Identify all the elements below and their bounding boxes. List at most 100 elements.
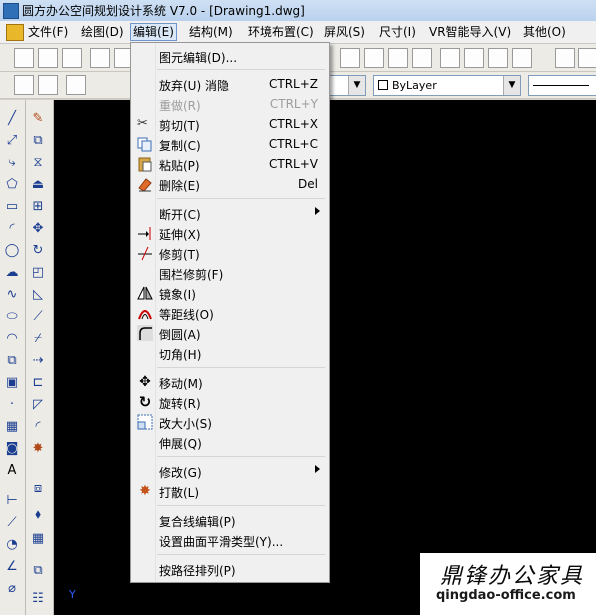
menu-item-surface-smooth[interactable]: 设置曲面平滑类型(Y)... <box>133 530 326 550</box>
point-icon[interactable]: · <box>3 396 21 414</box>
frame2-icon[interactable] <box>578 48 596 68</box>
mirror-icon[interactable]: ⧖ <box>29 154 47 172</box>
menu-item-paste[interactable]: 粘贴(P) CTRL+V <box>133 154 326 174</box>
table-grid-icon[interactable]: ▦ <box>29 530 47 548</box>
dim-angle-icon[interactable]: ∠ <box>3 558 21 576</box>
menu-item-entity-edit[interactable]: 图元编辑(D)... <box>133 46 326 66</box>
stretch-icon[interactable]: ◺ <box>29 286 47 304</box>
block-edit-icon[interactable]: ⧈ <box>29 480 47 498</box>
circle-icon[interactable]: ◯ <box>3 242 21 260</box>
menu-item-move[interactable]: ✥ 移动(M) <box>133 372 326 392</box>
copy-object-icon[interactable]: ⧉ <box>29 132 47 150</box>
polygon-icon[interactable]: ⬠ <box>3 176 21 194</box>
menu-item-path-array[interactable]: 按路径排列(P) <box>133 559 326 579</box>
menu-item-offset[interactable]: 等距线(O) <box>133 303 326 323</box>
view-icon[interactable]: ⧉ <box>29 562 47 580</box>
menu-item-trim[interactable]: 修剪(T) <box>133 243 326 263</box>
hatch-icon[interactable]: ▦ <box>3 418 21 436</box>
linetype-combo[interactable]: ByLayer ▼ <box>373 75 521 96</box>
region-icon[interactable]: ◙ <box>3 440 21 458</box>
menu-item-explode[interactable]: ✸ 打散(L) <box>133 481 326 501</box>
menu-item-copy[interactable]: 复制(C) CTRL+C <box>133 134 326 154</box>
menu-item-polyline-edit[interactable]: 复合线编辑(P) <box>133 510 326 530</box>
document-icon[interactable] <box>6 24 24 41</box>
menu-item-chamfer[interactable]: 切角(H) <box>133 343 326 363</box>
lineweight-combo[interactable] <box>528 75 596 96</box>
menu-item-fillet[interactable]: 倒圆(A) <box>133 323 326 343</box>
frame-icon[interactable] <box>555 48 575 68</box>
cloud-icon[interactable]: ☁ <box>3 264 21 282</box>
open-icon[interactable] <box>38 48 58 68</box>
copy-icon <box>137 136 153 152</box>
zoom-in-icon[interactable] <box>364 48 384 68</box>
trim-icon <box>137 245 153 261</box>
menu-environment[interactable]: 环境布置(C) <box>248 24 314 40</box>
scissors-icon: ✂ <box>137 116 148 131</box>
insert-block-icon[interactable]: ⧉ <box>3 352 21 370</box>
ellipse-arc-icon[interactable]: ◠ <box>3 330 21 348</box>
scale-icon[interactable]: ◰ <box>29 264 47 282</box>
pencil-icon[interactable] <box>340 48 360 68</box>
menu-file[interactable]: 文件(F) <box>28 24 68 40</box>
new-icon[interactable] <box>14 48 34 68</box>
lengthen-icon[interactable]: ⟋ <box>29 308 47 326</box>
zoom-out-icon[interactable] <box>412 48 432 68</box>
make-block-icon[interactable]: ▣ <box>3 374 21 392</box>
menu-item-stretch[interactable]: 伸展(Q) <box>133 432 326 452</box>
layer-state-icon[interactable] <box>38 75 58 95</box>
menu-edit[interactable]: 编辑(E) <box>130 23 177 41</box>
layout-icon[interactable] <box>512 48 532 68</box>
menu-item-delete[interactable]: 删除(E) Del <box>133 174 326 194</box>
layers-icon[interactable] <box>14 75 34 95</box>
material-icon[interactable] <box>440 48 460 68</box>
polyline-icon[interactable]: ⤷ <box>3 154 21 172</box>
menu-structure[interactable]: 结构(M) <box>189 24 233 40</box>
menu-bar: 文件(F) 绘图(D) 编辑(E) 结构(M) 环境布置(C) 屏风(S) 尺寸… <box>0 21 596 44</box>
offset-icon[interactable]: ⏏ <box>29 176 47 194</box>
tag-icon[interactable]: ⬧ <box>29 506 47 524</box>
menu-item-scale[interactable]: 改大小(S) <box>133 412 326 432</box>
menu-item-cut[interactable]: ✂ 剪切(T) CTRL+X <box>133 114 326 134</box>
rotate-icon[interactable]: ↻ <box>29 242 47 260</box>
rectangle-icon[interactable]: ▭ <box>3 198 21 216</box>
menu-vr-import[interactable]: VR智能导入(V) <box>429 24 511 40</box>
properties-icon[interactable]: ☷ <box>29 590 47 608</box>
rotate-icon: ↻ <box>138 393 152 411</box>
arc-icon[interactable]: ◜ <box>3 220 21 238</box>
menu-item-break[interactable]: 断开(C) <box>133 203 326 223</box>
zoom-icon[interactable] <box>388 48 408 68</box>
array-icon[interactable]: ⊞ <box>29 198 47 216</box>
bulb-icon[interactable] <box>66 75 86 95</box>
trim-icon[interactable]: ⌿ <box>29 330 47 348</box>
menu-other[interactable]: 其他(O) <box>523 24 566 40</box>
print-icon[interactable] <box>90 48 110 68</box>
dim-radius-icon[interactable]: ◔ <box>3 536 21 554</box>
save-icon[interactable] <box>62 48 82 68</box>
chamfer-icon[interactable]: ◸ <box>29 396 47 414</box>
spline-icon[interactable]: ∿ <box>3 286 21 304</box>
menu-screen[interactable]: 屏风(S) <box>324 24 365 40</box>
menu-draw[interactable]: 绘图(D) <box>81 24 124 40</box>
dim-linear-icon[interactable]: ⊢ <box>3 492 21 510</box>
construction-line-icon[interactable]: ⤢ <box>3 132 21 150</box>
move-icon[interactable]: ✥ <box>29 220 47 238</box>
menu-item-fence-trim[interactable]: 围栏修剪(F) <box>133 263 326 283</box>
table-icon[interactable] <box>488 48 508 68</box>
grid-icon[interactable] <box>464 48 484 68</box>
text-icon[interactable]: A <box>3 462 21 480</box>
menu-item-undo[interactable]: 放弃(U) 消隐 CTRL+Z <box>133 74 326 94</box>
dim-aligned-icon[interactable]: ⟋ <box>3 514 21 532</box>
menu-item-mirror[interactable]: 镜象(I) <box>133 283 326 303</box>
extend-icon[interactable]: ⇢ <box>29 352 47 370</box>
ellipse-icon[interactable]: ⬭ <box>3 308 21 326</box>
menu-item-modify[interactable]: 修改(G) <box>133 461 326 481</box>
fillet-icon[interactable]: ◜ <box>29 418 47 436</box>
menu-item-extend[interactable]: 延伸(X) <box>133 223 326 243</box>
menu-dimension[interactable]: 尺寸(I) <box>379 24 416 40</box>
erase-icon[interactable]: ✎ <box>29 110 47 128</box>
explode-icon[interactable]: ✸ <box>29 440 47 458</box>
break-icon[interactable]: ⊏ <box>29 374 47 392</box>
dim-diameter-icon[interactable]: ⌀ <box>3 580 21 598</box>
line-icon[interactable]: ╱ <box>3 110 21 128</box>
menu-item-rotate[interactable]: ↻ 旋转(R) <box>133 392 326 412</box>
